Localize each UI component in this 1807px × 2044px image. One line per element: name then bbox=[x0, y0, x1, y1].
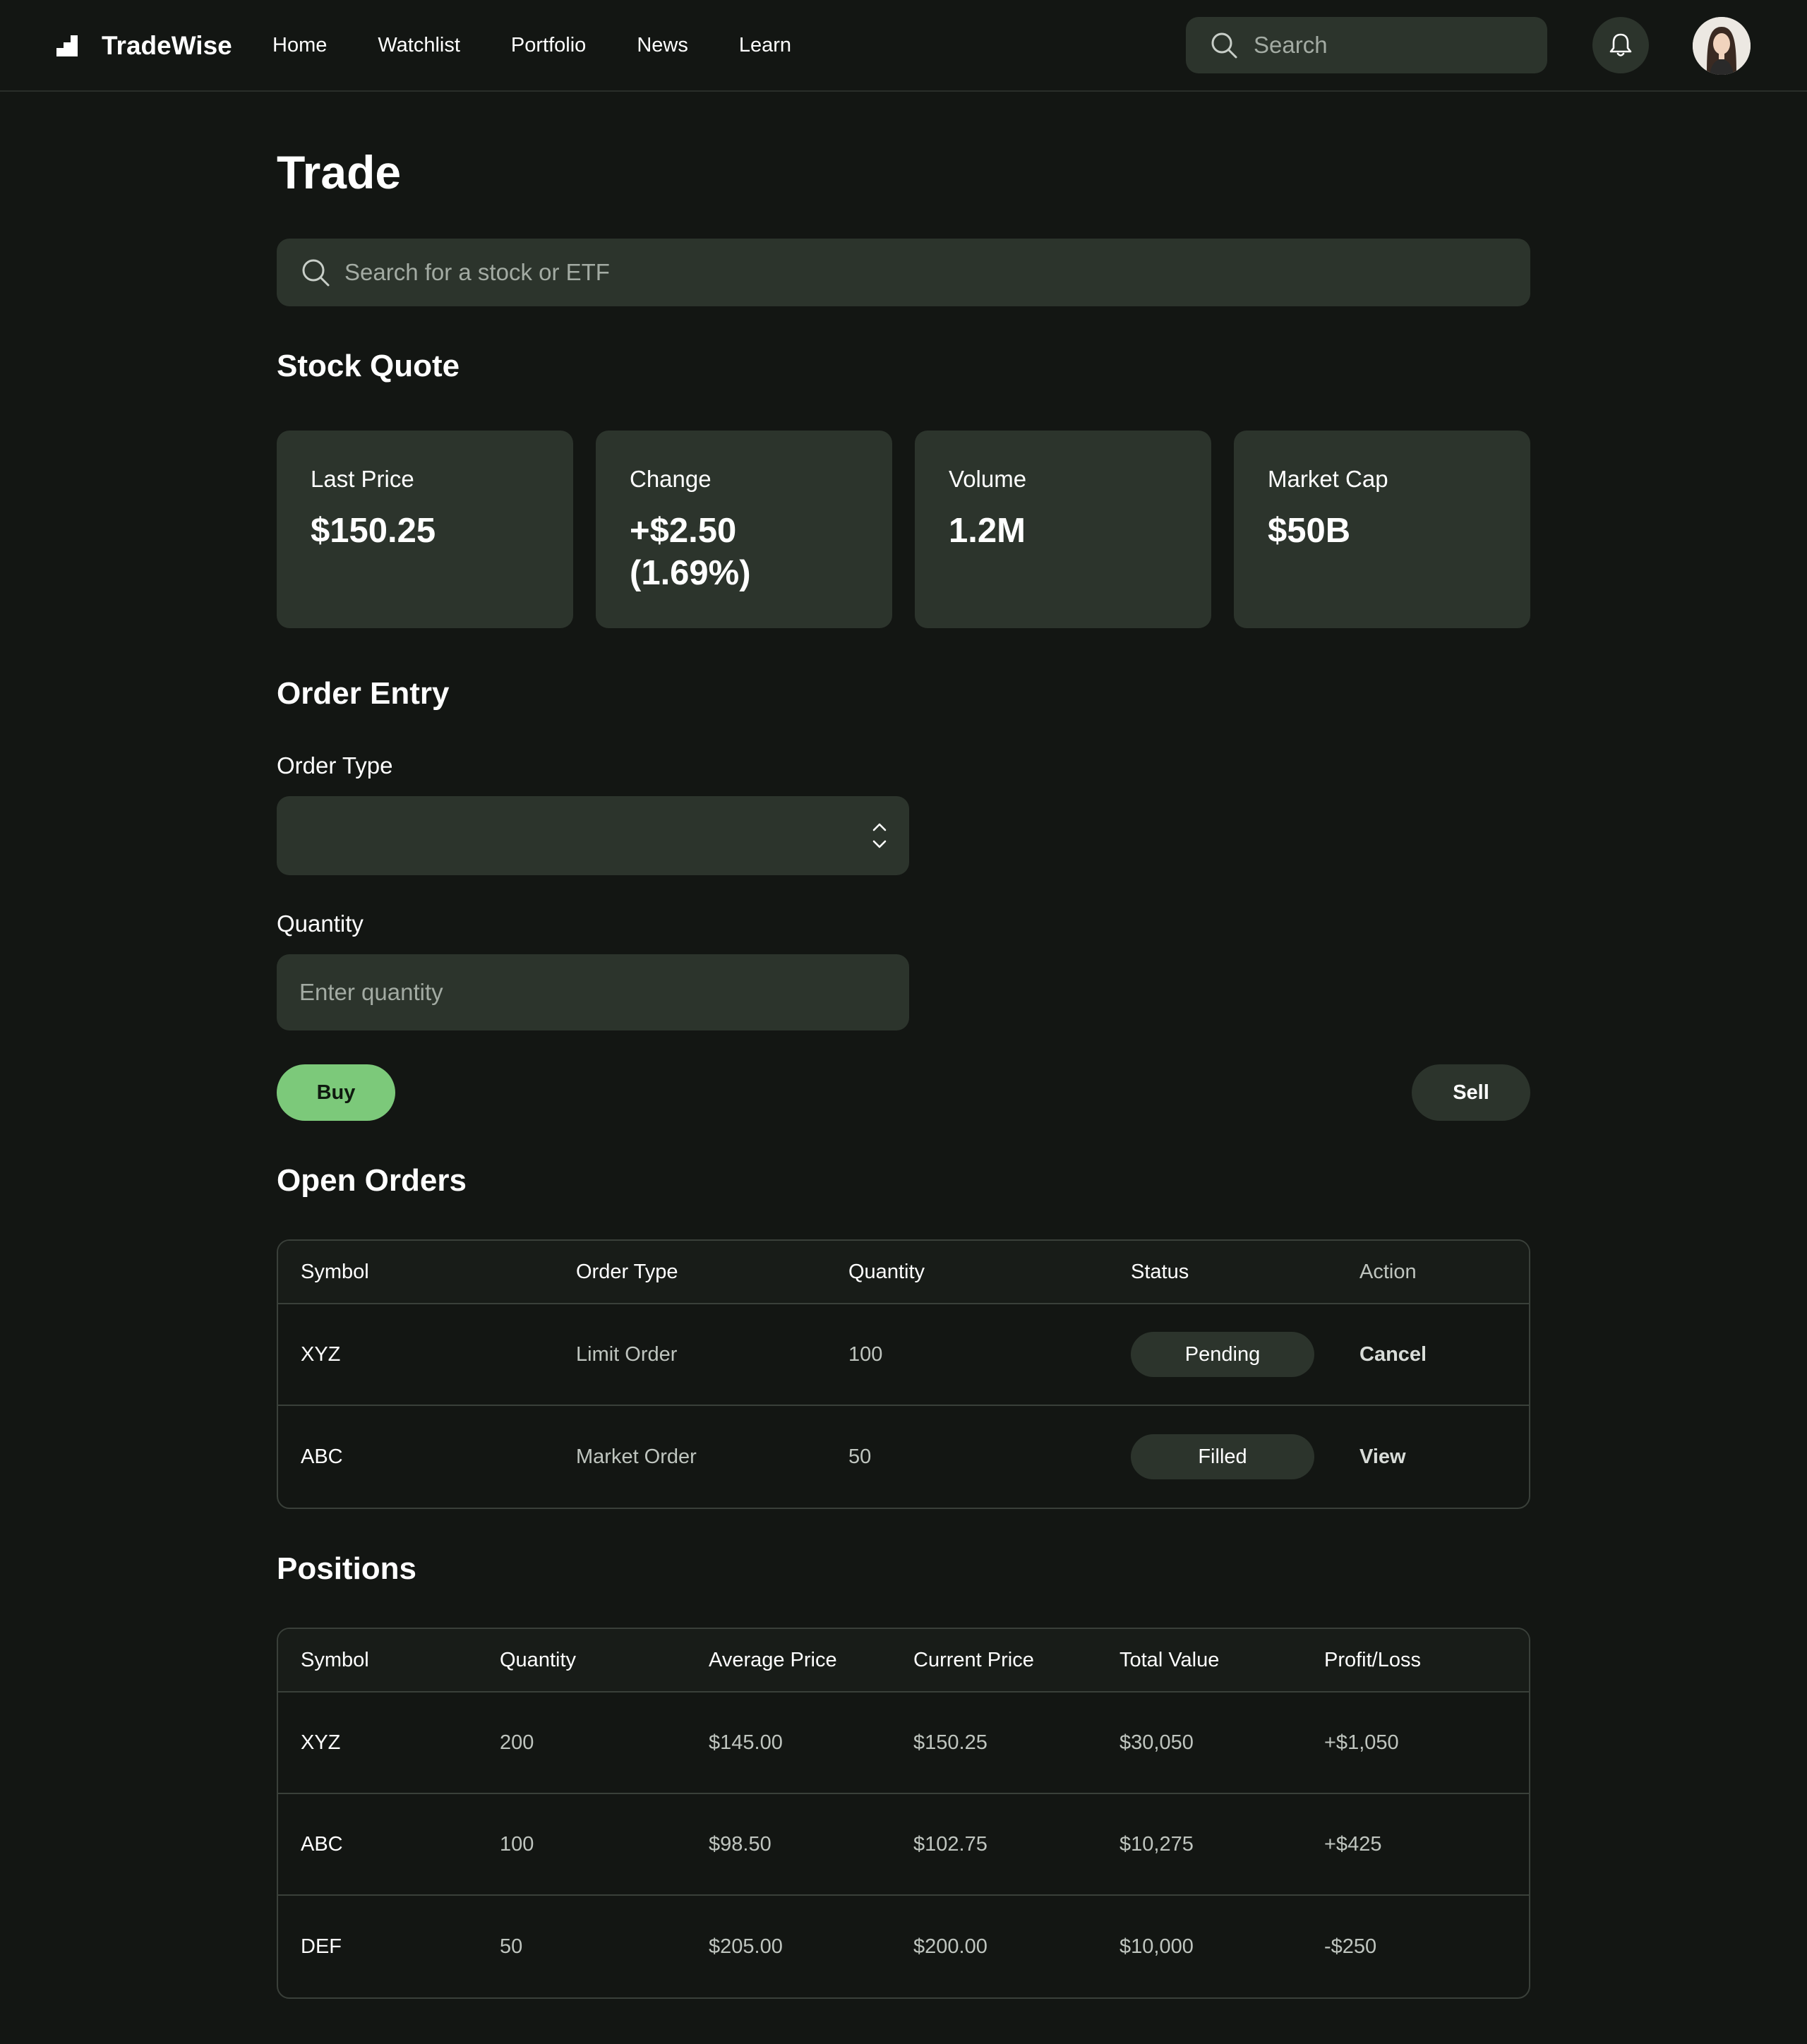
card-value: $50B bbox=[1268, 512, 1351, 550]
cell-symbol: DEF bbox=[301, 1935, 342, 1958]
cell-current-price: $102.75 bbox=[891, 1794, 1097, 1896]
nav-portfolio[interactable]: Portfolio bbox=[511, 34, 586, 57]
notifications-button[interactable] bbox=[1592, 17, 1649, 73]
column-header: Status bbox=[1108, 1241, 1337, 1304]
cell-profit-loss: +$1,050 bbox=[1302, 1693, 1529, 1794]
positions-title: Positions bbox=[277, 1551, 417, 1586]
cell-order-type: Limit Order bbox=[553, 1304, 826, 1406]
table-row: XYZ 200 $145.00 $150.25 $30,050 +$1,050 bbox=[278, 1693, 1529, 1794]
column-header: Order Type bbox=[553, 1241, 826, 1304]
cell-total-value: $10,275 bbox=[1097, 1794, 1302, 1896]
quote-card-market-cap: Market Cap $50B bbox=[1234, 431, 1530, 628]
search-icon bbox=[302, 259, 330, 287]
nav-learn[interactable]: Learn bbox=[739, 34, 791, 57]
quote-card-last-price: Last Price $150.25 bbox=[277, 431, 573, 628]
column-header: Symbol bbox=[278, 1241, 553, 1304]
column-header: Symbol bbox=[278, 1629, 477, 1693]
order-type-select[interactable] bbox=[277, 796, 909, 875]
stock-search[interactable] bbox=[277, 239, 1530, 306]
view-order-button[interactable]: View bbox=[1359, 1445, 1406, 1468]
nav-watchlist[interactable]: Watchlist bbox=[378, 34, 460, 57]
cell-quantity: 50 bbox=[500, 1935, 523, 1958]
open-orders-table: Symbol Order Type Quantity Status Action… bbox=[277, 1239, 1530, 1509]
top-navbar: TradeWise Home Watchlist Portfolio News … bbox=[0, 0, 1807, 92]
cell-total-value: $30,050 bbox=[1097, 1693, 1302, 1794]
order-type-label: Order Type bbox=[277, 752, 393, 778]
cell-average-price: $145.00 bbox=[686, 1693, 891, 1794]
bell-icon bbox=[1609, 33, 1632, 56]
table-row: XYZ Limit Order 100 Pending Cancel bbox=[278, 1304, 1529, 1406]
quantity-label: Quantity bbox=[277, 910, 364, 937]
cell-symbol: XYZ bbox=[278, 1693, 477, 1794]
quote-card-volume: Volume 1.2M bbox=[915, 431, 1211, 628]
card-label: Last Price bbox=[311, 466, 414, 492]
card-label: Change bbox=[630, 466, 712, 492]
nav-news[interactable]: News bbox=[637, 34, 688, 57]
header-search[interactable] bbox=[1186, 17, 1547, 73]
quantity-input[interactable] bbox=[277, 954, 909, 1030]
cell-profit-loss: +$425 bbox=[1302, 1794, 1529, 1896]
column-header: Profit/Loss bbox=[1302, 1629, 1529, 1693]
stock-search-input[interactable] bbox=[344, 259, 1474, 286]
positions-table: Symbol Quantity Average Price Current Pr… bbox=[277, 1628, 1530, 1999]
card-value: 1.2M bbox=[949, 512, 1026, 550]
column-header: Quantity bbox=[477, 1629, 686, 1693]
column-header: Current Price bbox=[891, 1629, 1097, 1693]
card-label: Market Cap bbox=[1268, 466, 1388, 492]
cell-quantity: 100 bbox=[826, 1304, 1108, 1406]
cell-quantity: 50 bbox=[848, 1445, 872, 1468]
quote-cards: Last Price $150.25 Change +$2.50 (1.69%)… bbox=[277, 431, 1530, 628]
table-row: ABC Market Order 50 Filled View bbox=[278, 1406, 1529, 1508]
table-header-row: Symbol Quantity Average Price Current Pr… bbox=[278, 1629, 1529, 1693]
brand[interactable]: TradeWise bbox=[56, 31, 232, 61]
brand-name: TradeWise bbox=[102, 31, 232, 60]
column-header: Action bbox=[1337, 1241, 1529, 1304]
cell-quantity: 100 bbox=[477, 1794, 686, 1896]
cell-action: Cancel bbox=[1337, 1304, 1529, 1406]
cell-action: View bbox=[1337, 1406, 1529, 1508]
main-nav: Home Watchlist Portfolio News Learn bbox=[272, 0, 842, 90]
chevron-updown-icon bbox=[872, 823, 887, 848]
card-label: Volume bbox=[949, 466, 1027, 492]
cell-order-type: Market Order bbox=[576, 1445, 697, 1468]
cell-profit-loss: -$250 bbox=[1324, 1935, 1377, 1958]
column-header: Total Value bbox=[1097, 1629, 1302, 1693]
cell-symbol: ABC bbox=[301, 1445, 343, 1468]
header-search-input[interactable] bbox=[1254, 32, 1522, 59]
cell-total-value: $10,000 bbox=[1119, 1935, 1194, 1958]
column-header: Quantity bbox=[826, 1241, 1108, 1304]
cell-average-price: $205.00 bbox=[709, 1935, 783, 1958]
order-entry-title: Order Entry bbox=[277, 676, 450, 711]
cell-current-price: $150.25 bbox=[891, 1693, 1097, 1794]
logo-icon bbox=[56, 35, 78, 56]
cell-status: Filled bbox=[1108, 1406, 1337, 1508]
cancel-order-button[interactable]: Cancel bbox=[1359, 1343, 1427, 1366]
column-header: Average Price bbox=[686, 1629, 891, 1693]
table-header-row: Symbol Order Type Quantity Status Action bbox=[278, 1241, 1529, 1304]
card-value: $150.25 bbox=[311, 512, 436, 550]
status-badge: Filled bbox=[1131, 1434, 1314, 1479]
stock-quote-title: Stock Quote bbox=[277, 349, 460, 383]
buy-button[interactable]: Buy bbox=[277, 1064, 395, 1121]
open-orders-title: Open Orders bbox=[277, 1163, 467, 1198]
card-value: +$2.50 (1.69%) bbox=[630, 512, 751, 592]
page-title: Trade bbox=[277, 146, 402, 198]
nav-home[interactable]: Home bbox=[272, 34, 327, 57]
avatar-image bbox=[1693, 17, 1751, 75]
cell-status: Pending bbox=[1108, 1304, 1337, 1406]
table-row: ABC 100 $98.50 $102.75 $10,275 +$425 bbox=[278, 1794, 1529, 1896]
sell-button[interactable]: Sell bbox=[1412, 1064, 1530, 1121]
status-badge: Pending bbox=[1131, 1332, 1314, 1377]
cell-symbol: ABC bbox=[278, 1794, 477, 1896]
cell-current-price: $200.00 bbox=[913, 1935, 987, 1958]
table-row: DEF 50 $205.00 $200.00 $10,000 -$250 bbox=[278, 1896, 1529, 1997]
cell-quantity: 200 bbox=[477, 1693, 686, 1794]
search-icon bbox=[1211, 32, 1237, 59]
avatar[interactable] bbox=[1693, 17, 1751, 75]
cell-symbol: XYZ bbox=[278, 1304, 553, 1406]
cell-average-price: $98.50 bbox=[686, 1794, 891, 1896]
quote-card-change: Change +$2.50 (1.69%) bbox=[596, 431, 892, 628]
